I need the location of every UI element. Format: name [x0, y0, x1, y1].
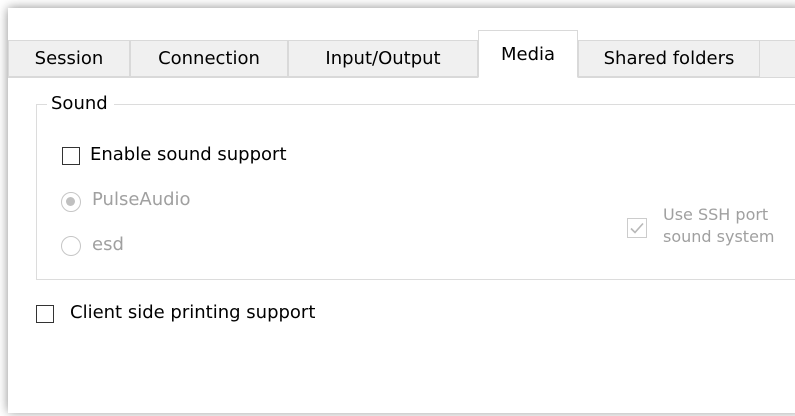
radio-esd[interactable] — [61, 236, 81, 256]
enable-sound-checkbox[interactable] — [62, 147, 80, 165]
tab-media[interactable]: Media — [478, 30, 578, 78]
tab-bar: Session Connection Input/Output Media Sh… — [8, 30, 795, 78]
tab-session[interactable]: Session — [8, 40, 130, 77]
tab-shared-folders[interactable]: Shared folders — [578, 40, 760, 77]
tab-bar-filler — [760, 40, 795, 77]
tab-input-output[interactable]: Input/Output — [288, 40, 478, 77]
client-printing-checkbox[interactable] — [36, 305, 54, 323]
tab-connection[interactable]: Connection — [130, 40, 288, 77]
checkmark-icon — [630, 222, 644, 234]
enable-sound-label[interactable]: Enable sound support — [90, 143, 287, 167]
sound-groupbox: Sound Enable sound support PulseAudio es… — [36, 92, 795, 280]
client-printing-label[interactable]: Client side printing support — [70, 301, 315, 325]
ssh-port-label-line1[interactable]: Use SSH port — [663, 204, 795, 225]
ssh-port-label-line2[interactable]: sound system — [663, 226, 795, 247]
radio-pulseaudio-label[interactable]: PulseAudio — [92, 188, 191, 212]
settings-window: Session Connection Input/Output Media Sh… — [8, 8, 795, 413]
radio-pulseaudio[interactable] — [61, 192, 81, 212]
ssh-port-checkbox[interactable] — [627, 218, 647, 238]
radio-esd-label[interactable]: esd — [92, 233, 124, 257]
media-panel: Sound Enable sound support PulseAudio es… — [8, 77, 795, 413]
sound-group-title: Sound — [47, 92, 114, 116]
